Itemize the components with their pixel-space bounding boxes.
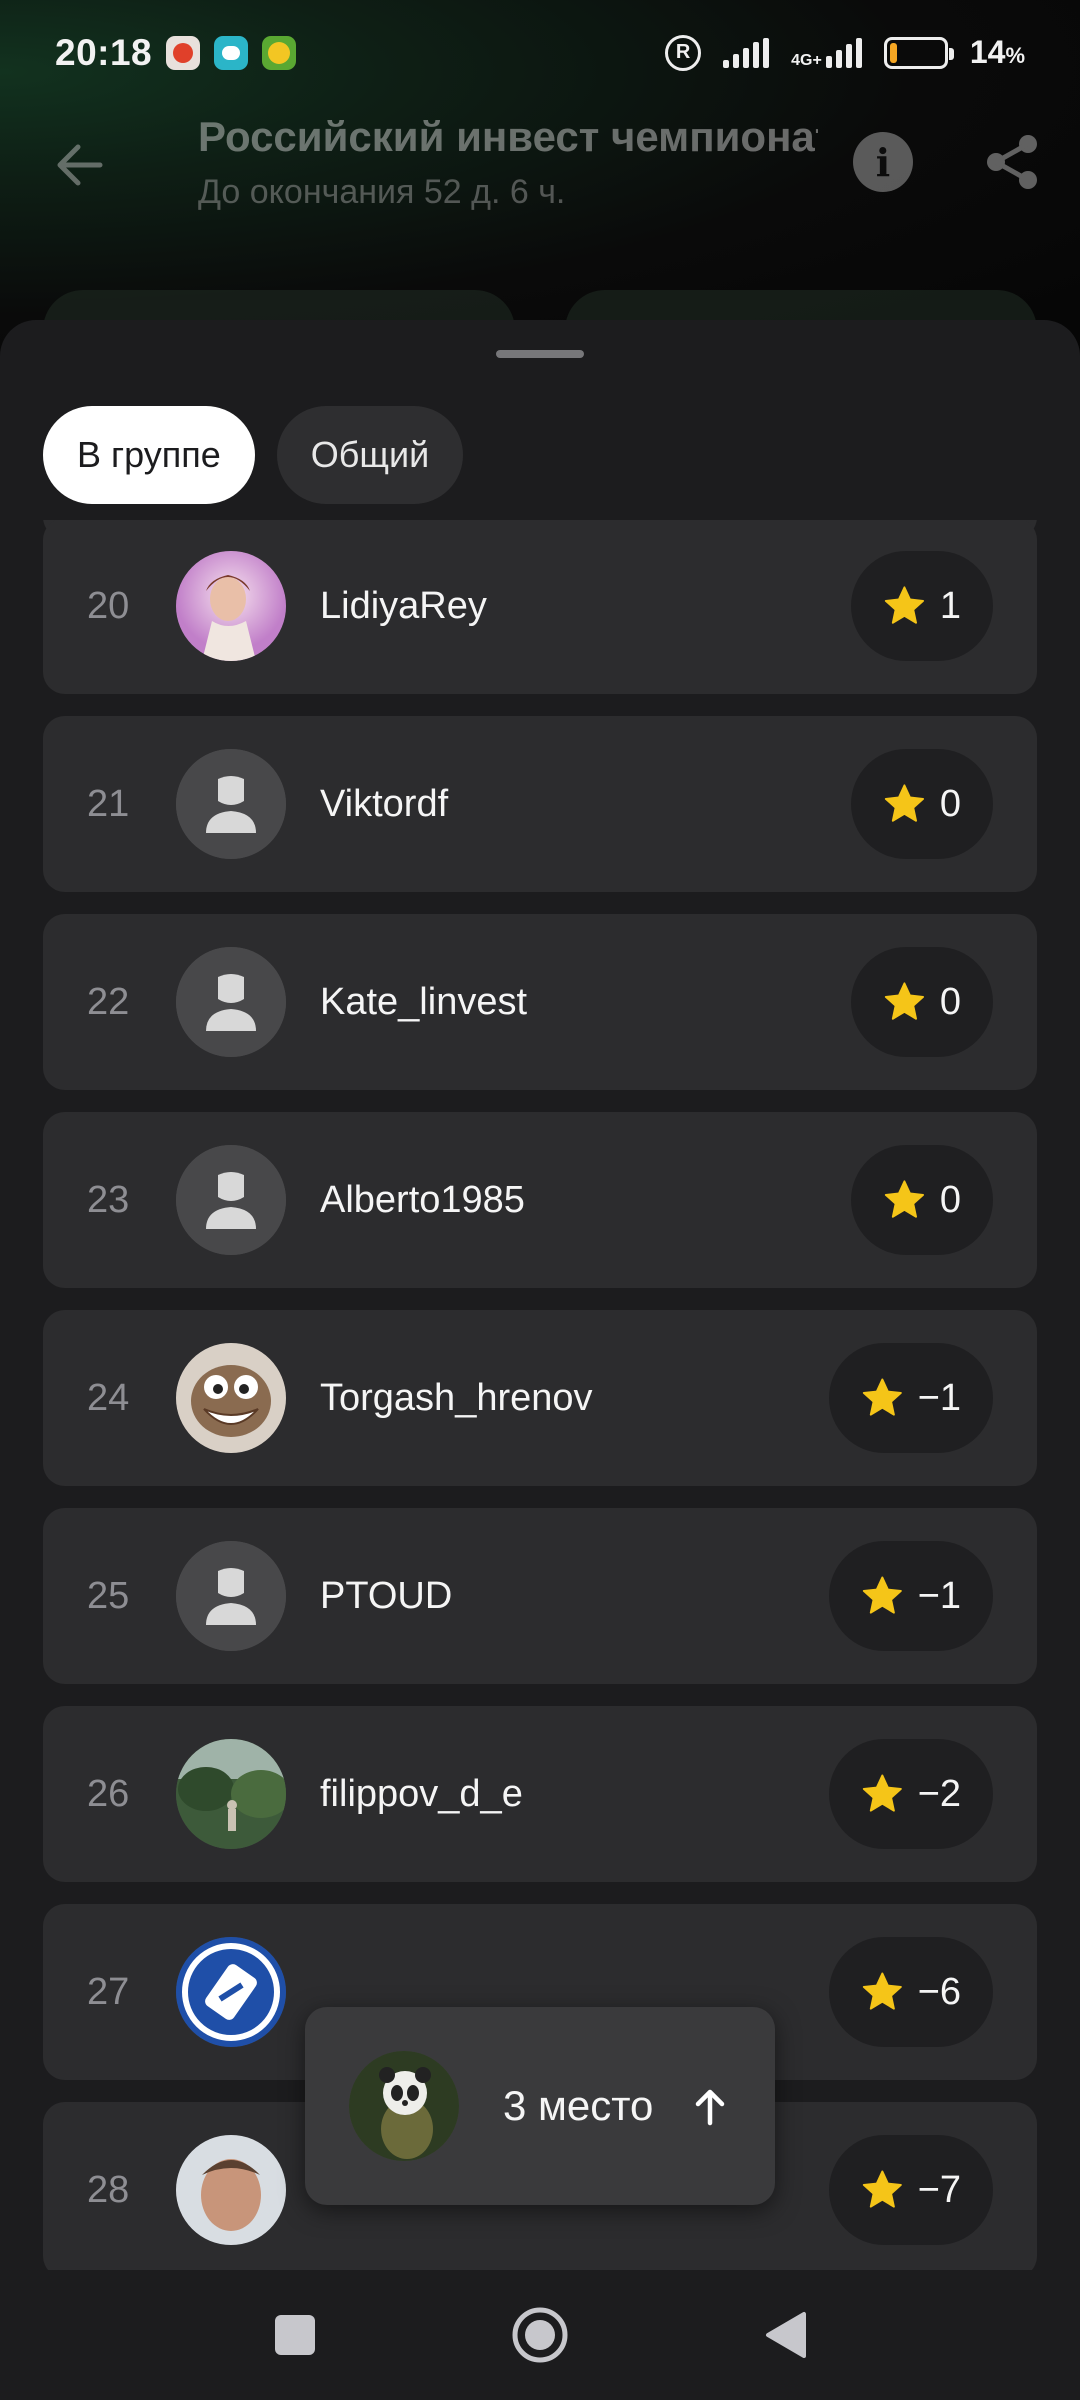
info-icon[interactable]: i	[853, 132, 913, 192]
list-item[interactable]: 26 filippov_d_e −2	[43, 1706, 1037, 1882]
header-title-block: Российский инвест чемпионат До окончания…	[198, 113, 818, 212]
star-icon	[884, 982, 924, 1020]
score-value: −1	[917, 1574, 961, 1617]
score-badge: 0	[851, 1145, 993, 1255]
star-icon	[884, 1180, 924, 1218]
my-place-label: 3 место	[503, 2082, 654, 2129]
app-header: Российский инвест чемпионат До окончания…	[0, 105, 1080, 215]
square-icon	[275, 2315, 315, 2355]
page-title: Российский инвест чемпионат	[198, 113, 818, 160]
back-arrow-icon[interactable]	[50, 135, 110, 195]
score-badge: −1	[829, 1541, 993, 1651]
registered-icon: R	[665, 34, 702, 71]
panda-avatar	[349, 2051, 459, 2161]
status-indicators: R 4G+ 14%	[665, 34, 1025, 71]
list-item[interactable]: 20 LidiyaRey 1	[43, 520, 1037, 694]
battery-fill	[889, 42, 898, 63]
username: filippov_d_e	[320, 1773, 523, 1815]
username: Alberto1985	[320, 1179, 525, 1221]
messenger-app-icon	[214, 35, 249, 70]
user-avatar[interactable]	[176, 551, 286, 661]
arrow-up-icon	[695, 2089, 725, 2126]
rank-number: 26	[87, 1773, 130, 1815]
score-badge: 0	[851, 947, 993, 1057]
red-app-icon	[166, 35, 201, 70]
drag-handle[interactable]	[496, 350, 584, 358]
recents-button[interactable]	[260, 2300, 330, 2370]
network-type: 4G+	[791, 51, 822, 69]
rank-number: 21	[87, 783, 130, 825]
triangle-back-icon	[766, 2312, 806, 2358]
score-badge: 0	[851, 749, 993, 859]
rank-number: 25	[87, 1575, 130, 1617]
user-avatar[interactable]	[176, 1937, 286, 2047]
list-item[interactable]: 25 PTOUD −1	[43, 1508, 1037, 1684]
user-avatar[interactable]	[176, 1739, 286, 1849]
battery-percent-symbol: %	[1005, 43, 1025, 68]
score-badge: −2	[829, 1739, 993, 1849]
star-icon	[884, 586, 924, 624]
tab-bar: В группе Общий	[43, 406, 464, 504]
coin-app-icon	[262, 35, 297, 70]
home-button[interactable]	[505, 2300, 575, 2370]
star-icon	[862, 2170, 902, 2208]
score-value: −2	[917, 1772, 961, 1815]
list-item[interactable]: 24 Torgash_hrenov −1	[43, 1310, 1037, 1486]
rank-number: 22	[87, 981, 130, 1023]
back-button[interactable]	[750, 2300, 820, 2370]
username: Torgash_hrenov	[320, 1377, 593, 1419]
user-avatar[interactable]	[176, 2135, 286, 2245]
default-avatar-icon[interactable]	[176, 1145, 286, 1255]
username: Viktordf	[320, 783, 449, 825]
tab-in-group[interactable]: В группе	[43, 406, 255, 504]
list-item[interactable]: 23 Alberto1985 0	[43, 1112, 1037, 1288]
username: LidiyaRey	[320, 585, 487, 627]
username: PTOUD	[320, 1575, 453, 1617]
mobile-data-icon: 4G+	[791, 37, 862, 69]
user-avatar[interactable]	[176, 1343, 286, 1453]
score-value: 1	[939, 584, 961, 627]
score-value: 0	[939, 1178, 961, 1221]
score-value: 0	[939, 782, 961, 825]
star-icon	[862, 1378, 902, 1416]
score-value: −7	[917, 2168, 961, 2211]
star-icon	[884, 784, 924, 822]
battery-icon	[883, 36, 954, 69]
battery-percent-value: 14	[969, 34, 1006, 70]
list-item[interactable]: 21 Viktordf 0	[43, 716, 1037, 892]
battery-percent: 14%	[970, 34, 1025, 71]
rank-number: 24	[87, 1377, 130, 1419]
default-avatar-icon[interactable]	[176, 947, 286, 1057]
default-avatar-icon[interactable]	[176, 749, 286, 859]
star-icon	[862, 1972, 902, 2010]
rank-number: 27	[87, 1971, 130, 2013]
score-value: −1	[917, 1376, 961, 1419]
leaderboard-sheet: В группе Общий 20 LidiyaRey 1 21 Viktord…	[0, 320, 1080, 2270]
default-avatar-icon[interactable]	[176, 1541, 286, 1651]
username: Kate_linvest	[320, 981, 528, 1023]
list-item[interactable]: 22 Kate_linvest 0	[43, 914, 1037, 1090]
status-bar: 20:18 R 4G+ 14%	[0, 0, 1080, 105]
page-subtitle: До окончания 52 д. 6 ч.	[198, 173, 566, 211]
score-badge: −6	[829, 1937, 993, 2047]
score-badge: −7	[829, 2135, 993, 2245]
tab-general[interactable]: Общий	[276, 406, 464, 504]
star-icon	[862, 1576, 902, 1614]
system-nav-bar	[0, 2270, 1080, 2400]
rank-number: 28	[87, 2169, 130, 2211]
rank-number: 23	[87, 1179, 130, 1221]
score-value: 0	[939, 980, 961, 1023]
star-icon	[862, 1774, 902, 1812]
status-app-icons	[166, 35, 297, 70]
share-icon[interactable]	[980, 130, 1044, 194]
my-place-button[interactable]: 3 место	[305, 2007, 775, 2205]
score-value: −6	[917, 1970, 961, 2013]
score-badge: −1	[829, 1343, 993, 1453]
score-badge: 1	[851, 551, 993, 661]
rank-number: 20	[87, 585, 130, 627]
circle-icon	[512, 2307, 568, 2363]
status-time: 20:18	[55, 31, 153, 73]
signal-icon	[723, 37, 770, 68]
